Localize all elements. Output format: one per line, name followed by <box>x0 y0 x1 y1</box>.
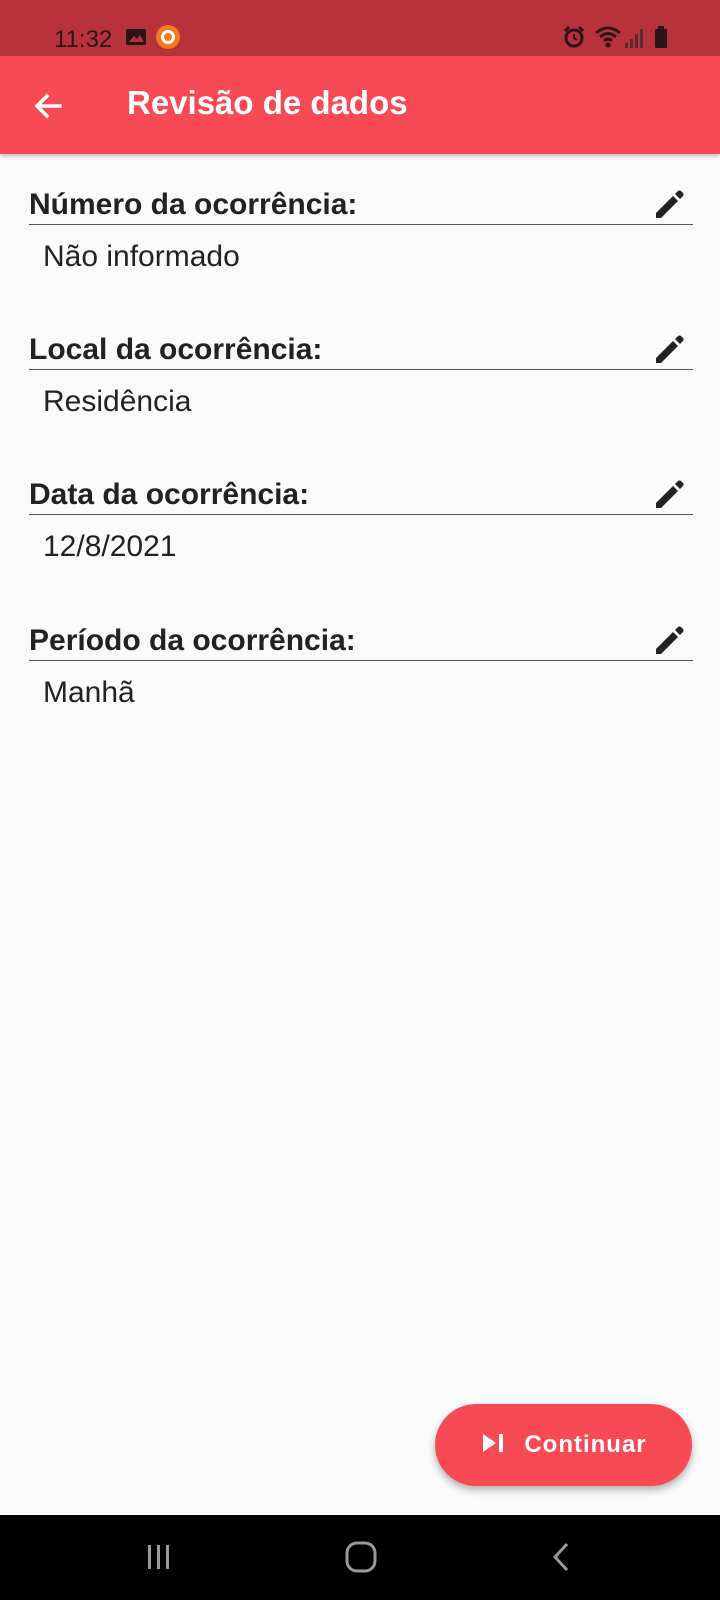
field-label: Data da ocorrência: <box>29 478 310 511</box>
home-icon[interactable] <box>336 1537 386 1577</box>
app-bar: Revisão de dados <box>0 56 720 154</box>
edit-icon[interactable] <box>649 184 689 224</box>
continue-button[interactable]: Continuar <box>435 1404 692 1486</box>
field-label: Local da ocorrência: <box>29 333 323 366</box>
field-label: Número da ocorrência: <box>29 188 358 221</box>
field-local: Local da ocorrência: Residência <box>29 299 693 418</box>
signal-icon <box>624 27 644 54</box>
recents-icon[interactable] <box>134 1537 184 1577</box>
gallery-icon <box>125 26 147 53</box>
back-icon[interactable] <box>536 1537 586 1577</box>
edit-icon[interactable] <box>649 474 689 514</box>
field-data: Data da ocorrência: 12/8/2021 <box>29 444 693 563</box>
field-header: Data da ocorrência: <box>29 444 693 515</box>
field-numero: Número da ocorrência: Não informado <box>29 154 693 273</box>
alarm-icon <box>562 25 586 54</box>
edit-icon[interactable] <box>649 620 689 660</box>
battery-icon <box>654 26 668 53</box>
wifi-icon <box>594 25 622 54</box>
field-header: Período da ocorrência: <box>29 590 693 661</box>
navigation-bar <box>0 1515 720 1600</box>
field-value: Manhã <box>43 676 135 709</box>
field-header: Número da ocorrência: <box>29 154 693 225</box>
continue-label: Continuar <box>524 1431 647 1458</box>
field-header: Local da ocorrência: <box>29 299 693 370</box>
field-value: 12/8/2021 <box>43 530 177 563</box>
arrow-back-icon[interactable] <box>22 80 74 132</box>
field-label: Período da ocorrência: <box>29 624 356 657</box>
status-bar: 11:32 <box>0 0 720 56</box>
recorder-icon <box>155 24 181 55</box>
status-time: 11:32 <box>54 26 113 53</box>
field-value: Não informado <box>43 240 240 273</box>
field-value: Residência <box>43 385 192 418</box>
edit-icon[interactable] <box>649 329 689 369</box>
page-title: Revisão de dados <box>127 84 408 121</box>
field-periodo: Período da ocorrência: Manhã <box>29 590 693 709</box>
skip-next-icon <box>480 1431 506 1460</box>
